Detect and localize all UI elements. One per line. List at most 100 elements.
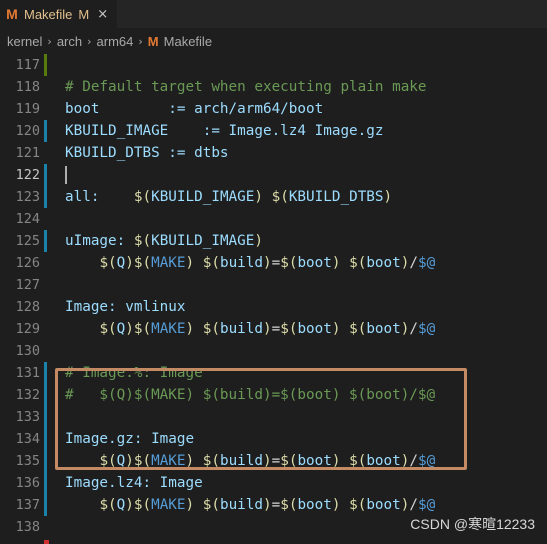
line-number: 132: [15, 387, 40, 403]
code-token: $(: [99, 321, 117, 337]
breadcrumb-arm64[interactable]: arm64: [97, 34, 134, 49]
line-number: 126: [15, 255, 40, 271]
code-token: boot: [366, 321, 401, 337]
gutter-modified-marker[interactable]: [44, 164, 47, 186]
line-number: 137: [15, 497, 40, 513]
code-token: Q: [116, 497, 126, 513]
code-line[interactable]: 129 $(Q)$(MAKE) $(build)=$(boot) $(boot)…: [0, 318, 547, 340]
code-line[interactable]: 128 Image: vmlinux: [0, 296, 547, 318]
gutter-added-marker[interactable]: [44, 54, 47, 76]
code-token: $(: [202, 497, 220, 513]
gutter-modified-marker[interactable]: [44, 186, 47, 208]
code-line[interactable]: 130: [0, 340, 547, 362]
error-marker: [44, 540, 49, 544]
code-line[interactable]: 118 # Default target when executing plain…: [0, 76, 547, 98]
gutter-modified-marker[interactable]: [44, 384, 47, 406]
line-number: 128: [15, 299, 40, 315]
code-text: KBUILD_IMAGE := Image.lz4 Image.gz: [65, 120, 383, 142]
code-token: boot: [297, 321, 332, 337]
code-line[interactable]: 136 Image.lz4: Image: [0, 472, 547, 494]
code-line[interactable]: 123 all: $(KBUILD_IMAGE) $(KBUILD_DTBS): [0, 186, 547, 208]
code-line[interactable]: 124: [0, 208, 547, 230]
code-token: ): [185, 255, 203, 271]
code-token: ): [331, 255, 350, 271]
code-token: Q: [116, 255, 126, 271]
tab-label: Makefile: [24, 6, 73, 22]
code-token: $(: [133, 233, 152, 249]
code-token: KBUILD_IMAGE: [151, 233, 255, 249]
code-token: $(: [349, 497, 367, 513]
code-token: build: [219, 497, 264, 513]
code-token: /: [409, 255, 418, 271]
code-token: # Default target when executing plain ma…: [65, 79, 427, 95]
line-number: 123: [15, 189, 40, 205]
code-token: /: [409, 321, 418, 337]
close-icon[interactable]: ×: [97, 7, 108, 22]
code-token: $(: [271, 189, 289, 205]
gutter-modified-marker[interactable]: [44, 450, 47, 472]
code-line[interactable]: 125 uImage: $(KBUILD_IMAGE): [0, 230, 547, 252]
code-token: /: [409, 497, 418, 513]
code-token: MAKE: [151, 321, 186, 337]
highlight-box: [55, 368, 467, 470]
code-token: boot := arch/arm64/boot: [65, 101, 324, 117]
code-token: $(: [133, 255, 152, 271]
code-line[interactable]: 120 KBUILD_IMAGE := Image.lz4 Image.gz: [0, 120, 547, 142]
code-token: KBUILD_DTBS: [288, 189, 384, 205]
code-token: $(: [349, 255, 367, 271]
code-token: KBUILD_DTBS := dtbs: [65, 145, 229, 161]
gutter-modified-marker[interactable]: [44, 494, 47, 516]
code-editor[interactable]: 117 118 # Default target when executing pl…: [0, 54, 547, 544]
code-token: ): [263, 321, 272, 337]
code-token: KBUILD_IMAGE := Image.lz4 Image.gz: [65, 123, 384, 139]
code-token: $(: [99, 255, 117, 271]
code-token: ): [263, 497, 272, 513]
code-line[interactable]: 121 KBUILD_DTBS := dtbs: [0, 142, 547, 164]
breadcrumb: kernel › arch › arm64 › M Makefile: [0, 28, 547, 54]
breadcrumb-arch[interactable]: arch: [57, 34, 82, 49]
breadcrumb-kernel[interactable]: kernel: [7, 34, 42, 49]
code-token: ): [125, 497, 134, 513]
makefile-icon: M: [6, 6, 18, 22]
code-token: build: [219, 255, 264, 271]
line-number: 124: [15, 211, 40, 227]
tab-bar: M Makefile M ×: [0, 0, 547, 28]
code-text: boot := arch/arm64/boot: [65, 98, 323, 120]
code-token: ): [125, 321, 134, 337]
text-cursor: [65, 166, 67, 184]
gutter-modified-marker[interactable]: [44, 428, 47, 450]
code-token: $(: [280, 497, 298, 513]
line-number: 130: [15, 343, 40, 359]
code-token: $@: [417, 497, 436, 513]
code-token: $(: [133, 321, 152, 337]
gutter-modified-marker[interactable]: [44, 120, 47, 142]
code-line[interactable]: 119 boot := arch/arm64/boot: [0, 98, 547, 120]
line-number: 133: [15, 409, 40, 425]
line-number: 138: [15, 519, 40, 535]
gutter-modified-marker[interactable]: [44, 472, 47, 494]
code-line[interactable]: 137 $(Q)$(MAKE) $(build)=$(boot) $(boot)…: [0, 494, 547, 516]
line-number: 121: [15, 145, 40, 161]
gutter-modified-marker[interactable]: [44, 406, 47, 428]
makefile-icon: M: [147, 33, 159, 49]
line-number: 118: [15, 79, 40, 95]
gutter-modified-marker[interactable]: [44, 362, 47, 384]
gutter-modified-marker[interactable]: [44, 230, 47, 252]
code-token: ): [254, 189, 272, 205]
code-line[interactable]: 117: [0, 54, 547, 76]
line-number: 136: [15, 475, 40, 491]
code-line[interactable]: 126 $(Q)$(MAKE) $(build)=$(boot) $(boot)…: [0, 252, 547, 274]
code-token: boot: [366, 497, 401, 513]
breadcrumb-file[interactable]: Makefile: [164, 34, 212, 49]
code-token: boot: [297, 255, 332, 271]
code-token: KBUILD_IMAGE: [151, 189, 255, 205]
code-text: uImage: $(KBUILD_IMAGE): [65, 230, 263, 252]
code-line[interactable]: 122: [0, 164, 547, 186]
code-line[interactable]: 127: [0, 274, 547, 296]
code-token: build: [219, 321, 264, 337]
tab-makefile[interactable]: M Makefile M ×: [0, 0, 117, 28]
code-text: Image.lz4: Image: [65, 472, 203, 494]
code-token: MAKE: [151, 255, 186, 271]
